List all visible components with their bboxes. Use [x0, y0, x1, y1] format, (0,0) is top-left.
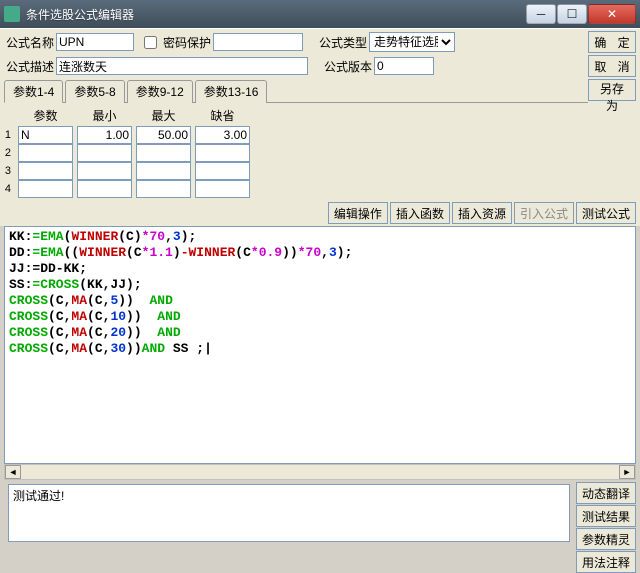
col-head-default: 缺省 [195, 107, 250, 126]
formula-type-select[interactable]: 走势特征选股 [369, 32, 455, 52]
version-input[interactable] [374, 57, 434, 75]
label-formula-type: 公式类型 [317, 34, 369, 51]
param-name[interactable] [18, 126, 73, 144]
cancel-button[interactable]: 取 消 [588, 55, 636, 77]
formula-desc-input[interactable] [56, 57, 308, 75]
param-max[interactable] [136, 162, 191, 180]
row-num: 2 [4, 144, 14, 162]
param-name[interactable] [18, 162, 73, 180]
app-icon [4, 6, 20, 22]
tab-params-1-4[interactable]: 参数1-4 [4, 80, 63, 103]
param-default[interactable] [195, 144, 250, 162]
window-title: 条件选股公式编辑器 [26, 6, 525, 23]
formula-name-input[interactable] [56, 33, 134, 51]
tab-params-5-8[interactable]: 参数5-8 [65, 80, 124, 103]
param-wizard-button[interactable]: 参数精灵 [576, 528, 636, 550]
tab-params-9-12[interactable]: 参数9-12 [127, 80, 193, 103]
usage-note-button[interactable]: 用法注释 [576, 551, 636, 573]
minimize-button[interactable]: ─ [526, 4, 556, 24]
param-default[interactable] [195, 126, 250, 144]
scroll-left-icon[interactable]: ◄ [5, 465, 21, 479]
row-num: 1 [4, 126, 14, 144]
editor-hscrollbar[interactable]: ◄ ► [4, 464, 636, 480]
label-version: 公式版本 [322, 58, 374, 75]
insert-function-button[interactable]: 插入函数 [390, 202, 450, 224]
scroll-right-icon[interactable]: ► [619, 465, 635, 479]
ok-button[interactable]: 确 定 [588, 31, 636, 53]
insert-resource-button[interactable]: 插入资源 [452, 202, 512, 224]
maximize-button[interactable]: ☐ [557, 4, 587, 24]
row-num: 4 [4, 180, 14, 198]
param-min[interactable] [77, 126, 132, 144]
param-max[interactable] [136, 144, 191, 162]
col-head-name: 参数 [18, 107, 73, 126]
close-button[interactable]: ✕ [588, 4, 636, 24]
param-default[interactable] [195, 180, 250, 198]
tab-params-13-16[interactable]: 参数13-16 [195, 80, 268, 103]
row-num: 3 [4, 162, 14, 180]
param-min[interactable] [77, 162, 132, 180]
param-name[interactable] [18, 144, 73, 162]
param-max[interactable] [136, 126, 191, 144]
code-editor[interactable]: KK:=EMA(WINNER(C)*70,3); DD:=EMA((WINNER… [4, 226, 636, 464]
import-formula-button[interactable]: 引入公式 [514, 202, 574, 224]
dynamic-translate-button[interactable]: 动态翻译 [576, 482, 636, 504]
password-protect-checkbox[interactable] [144, 36, 157, 49]
label-formula-name: 公式名称 [4, 34, 56, 51]
param-name[interactable] [18, 180, 73, 198]
param-min[interactable] [77, 180, 132, 198]
label-formula-desc: 公式描述 [4, 58, 56, 75]
test-result-button[interactable]: 测试结果 [576, 505, 636, 527]
label-password: 密码保护 [161, 34, 213, 51]
param-min[interactable] [77, 144, 132, 162]
param-max[interactable] [136, 180, 191, 198]
col-head-min: 最小 [77, 107, 132, 126]
test-formula-button[interactable]: 测试公式 [576, 202, 636, 224]
edit-ops-button[interactable]: 编辑操作 [328, 202, 388, 224]
saveas-button[interactable]: 另存为 [588, 79, 636, 101]
param-default[interactable] [195, 162, 250, 180]
password-input[interactable] [213, 33, 303, 51]
col-head-max: 最大 [136, 107, 191, 126]
param-grid: 1 2 3 4 参数 最小 最大 缺省 [4, 107, 636, 198]
output-panel: 测试通过! [8, 484, 570, 542]
